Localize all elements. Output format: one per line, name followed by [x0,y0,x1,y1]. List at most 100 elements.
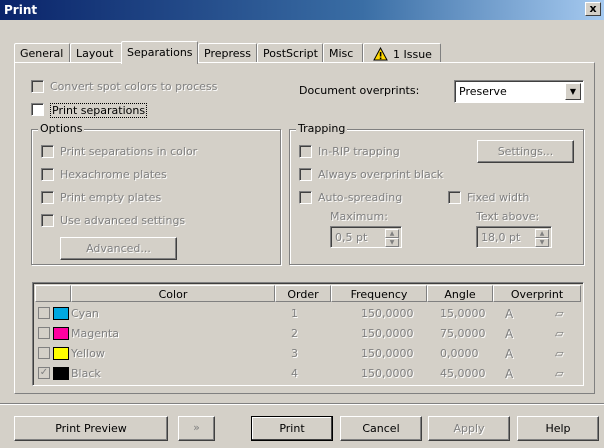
text-overprint-icon[interactable]: A [505,347,513,361]
print-in-color-checkbox[interactable] [41,145,54,158]
hexachrome-label: Hexachrome plates [60,168,167,181]
print-separations-checkbox[interactable] [31,103,44,116]
row-checkbox[interactable] [38,307,50,319]
row-angle: 45,0000 [440,367,486,380]
row-angle: 15,0000 [440,307,486,320]
row-order: 4 [291,367,298,380]
in-rip-trapping-checkbox[interactable] [299,145,312,158]
row-color-name: Cyan [71,307,99,320]
document-overprints-label: Document overprints: [299,84,420,97]
convert-spot-label: Convert spot colors to process [50,80,218,93]
row-color-name: Magenta [71,327,120,340]
graphic-overprint-icon[interactable]: ▱ [555,347,563,360]
color-swatch [53,367,69,380]
warning-icon [373,47,388,61]
print-button[interactable]: Print [251,416,333,441]
graphic-overprint-icon[interactable]: ▱ [555,367,563,380]
trapping-settings-button[interactable]: Settings... [477,140,574,163]
auto-spreading-label: Auto-spreading [318,191,403,204]
hexachrome-checkbox[interactable] [41,168,54,181]
auto-spreading-checkbox[interactable] [299,191,312,204]
maximum-label: Maximum: [330,210,388,223]
color-swatch [53,347,69,360]
document-overprints-select[interactable]: Preserve ▼ [454,80,584,103]
tab-separations[interactable]: Separations [121,41,198,64]
row-frequency: 150,0000 [361,327,414,340]
spin-up-icon[interactable]: ▲ [535,229,549,238]
row-checkbox[interactable]: ✓ [38,367,50,379]
table-header-order[interactable]: Order [275,285,331,302]
row-color-name: Black [71,367,101,380]
trapping-legend: Trapping [296,122,348,135]
expand-preview-button[interactable]: » [178,416,215,441]
table-header-frequency[interactable]: Frequency [331,285,427,302]
options-legend: Options [38,122,85,135]
row-order: 1 [291,307,298,320]
text-above-label: Text above: [476,210,540,223]
row-order: 2 [291,327,298,340]
tab-postscript[interactable]: PostScript [257,43,323,63]
help-button[interactable]: Help [517,416,599,441]
print-preview-button[interactable]: Print Preview [14,416,168,441]
table-row[interactable]: Cyan 1 150,0000 15,0000 A ▱ [35,304,581,324]
row-color-name: Yellow [71,347,105,360]
title-bar: Print x [0,0,604,20]
apply-button[interactable]: Apply [428,416,510,441]
row-angle: 0,0000 [440,347,479,360]
row-frequency: 150,0000 [361,307,414,320]
options-group: Options Print separations in color Hexac… [31,122,281,265]
table-header-overprint[interactable]: Overprint [493,285,581,302]
print-empty-label: Print empty plates [60,191,162,204]
separations-panel: Convert spot colors to process Print sep… [14,62,595,394]
table-row[interactable]: ✓ Black 4 150,0000 45,0000 A ▱ [35,364,581,384]
print-empty-checkbox[interactable] [41,191,54,204]
spin-down-icon[interactable]: ▼ [535,238,549,247]
tab-layout[interactable]: Layout [70,43,122,63]
row-angle: 75,0000 [440,327,486,340]
graphic-overprint-icon[interactable]: ▱ [555,307,563,320]
use-advanced-label: Use advanced settings [60,214,186,227]
table-header-blank [35,285,71,302]
text-overprint-icon[interactable]: A [505,327,513,341]
maximum-spinner[interactable]: 0,5 pt ▲ ▼ [330,226,402,248]
table-row[interactable]: Yellow 3 150,0000 0,0000 A ▱ [35,344,581,364]
advanced-button[interactable]: Advanced... [60,237,177,260]
in-rip-trapping-label: In-RIP trapping [318,145,400,158]
row-checkbox[interactable] [38,327,50,339]
row-checkbox[interactable] [38,347,50,359]
spin-down-icon[interactable]: ▼ [385,238,399,247]
text-overprint-icon[interactable]: A [505,307,513,321]
dropdown-arrow-icon[interactable]: ▼ [565,83,581,100]
text-above-spinner[interactable]: 18,0 pt ▲ ▼ [476,226,552,248]
double-arrow-icon: » [193,421,200,434]
fixed-width-checkbox[interactable] [448,191,461,204]
print-in-color-label: Print separations in color [60,145,198,158]
tab-prepress[interactable]: Prepress [198,43,257,63]
text-overprint-icon[interactable]: A [505,367,513,381]
fixed-width-label: Fixed width [467,191,530,204]
color-table: Color Order Frequency Angle Overprint Cy… [32,282,584,386]
trapping-group: Trapping In-RIP trapping Settings... Alw… [289,122,584,265]
close-icon: x [589,2,597,15]
spin-up-icon[interactable]: ▲ [385,229,399,238]
table-header-color[interactable]: Color [71,285,275,302]
print-separations-label[interactable]: Print separations [50,103,148,118]
row-frequency: 150,0000 [361,347,414,360]
table-row[interactable]: Magenta 2 150,0000 75,0000 A ▱ [35,324,581,344]
always-overprint-label: Always overprint black [318,168,444,181]
graphic-overprint-icon[interactable]: ▱ [555,327,563,340]
tab-misc[interactable]: Misc [323,43,363,63]
use-advanced-checkbox[interactable] [41,214,54,227]
tab-general[interactable]: General [14,43,70,63]
row-order: 3 [291,347,298,360]
always-overprint-checkbox[interactable] [299,168,312,181]
close-button[interactable]: x [585,2,601,16]
cancel-button[interactable]: Cancel [340,416,422,441]
row-frequency: 150,0000 [361,367,414,380]
color-swatch [53,307,69,320]
color-swatch [53,327,69,340]
tab-issues[interactable]: 1 Issue [363,43,441,63]
table-header-angle[interactable]: Angle [427,285,493,302]
bottom-separator [0,403,604,405]
convert-spot-checkbox[interactable] [31,80,44,93]
